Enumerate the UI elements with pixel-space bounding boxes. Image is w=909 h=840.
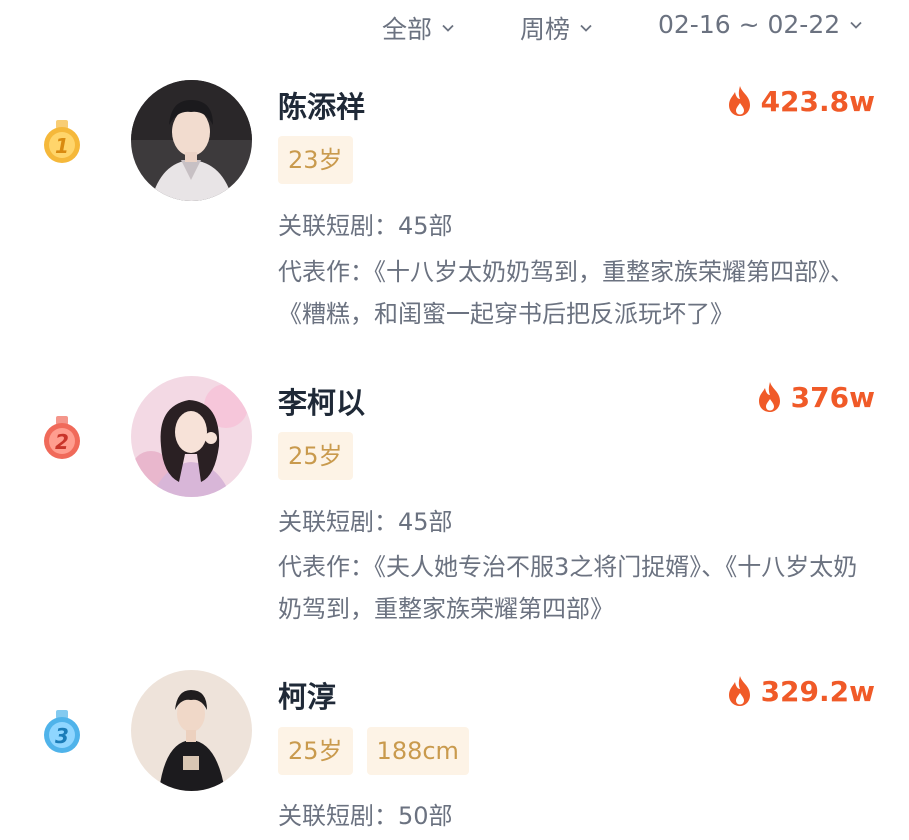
related-dramas: 关联短剧：45部 — [278, 212, 453, 240]
flame-icon — [728, 676, 750, 706]
related-dramas: 关联短剧：45部 — [278, 508, 453, 536]
flame-icon — [728, 86, 750, 116]
avatar[interactable] — [131, 80, 252, 201]
chevron-down-icon — [850, 21, 862, 29]
actor-name[interactable]: 柯淳 — [278, 674, 336, 716]
flame-icon — [758, 382, 780, 412]
category-filter[interactable]: 全部 — [382, 10, 456, 46]
date-range-label: 02-16 ~ 02-22 — [658, 10, 841, 39]
filter-bar: 全部 周榜 02-16 ~ 02-22 — [0, 0, 909, 56]
avatar[interactable] — [131, 670, 252, 791]
silver-medal-icon: 2 — [44, 416, 80, 459]
representative-works: 代表作：《夫人她专治不服3之将门捉婿》、《十八岁太奶奶驾到，重整家族荣耀第四部》 — [278, 553, 858, 623]
age-tag: 23岁 — [278, 136, 353, 184]
heat-score: 376w — [755, 380, 875, 414]
actor-name[interactable]: 李柯以 — [278, 380, 365, 422]
period-filter-label: 周榜 — [520, 15, 571, 44]
chevron-down-icon — [580, 24, 592, 32]
actor-name[interactable]: 陈添祥 — [278, 84, 365, 126]
category-filter-label: 全部 — [382, 15, 433, 44]
heat-value: 423.8w — [760, 84, 875, 118]
age-tag: 25岁 — [278, 727, 353, 775]
svg-text:1: 1 — [55, 134, 69, 158]
heat-value: 329.2w — [760, 674, 875, 708]
heat-value: 376w — [790, 380, 875, 414]
tag-list: 25岁 188cm — [278, 727, 469, 775]
svg-text:3: 3 — [55, 724, 69, 748]
height-tag: 188cm — [366, 727, 469, 775]
bronze-medal-icon: 3 — [44, 710, 80, 753]
tag-list: 25岁 — [278, 432, 353, 480]
representative-works: 代表作：《十八岁太奶奶驾到，重整家族荣耀第四部》、《糟糕，和闺蜜一起穿书后把反派… — [278, 258, 854, 328]
svg-text:2: 2 — [55, 430, 69, 454]
date-range-filter[interactable]: 02-16 ~ 02-22 — [658, 10, 864, 39]
tag-list: 23岁 — [278, 136, 353, 184]
gold-medal-icon: 1 — [44, 120, 80, 163]
related-dramas: 关联短剧：50部 — [278, 802, 453, 830]
age-tag: 25岁 — [278, 432, 353, 480]
chevron-down-icon — [442, 24, 454, 32]
heat-score: 423.8w — [725, 84, 875, 118]
heat-score: 329.2w — [725, 674, 875, 708]
avatar[interactable] — [131, 376, 252, 497]
period-filter[interactable]: 周榜 — [520, 10, 594, 46]
